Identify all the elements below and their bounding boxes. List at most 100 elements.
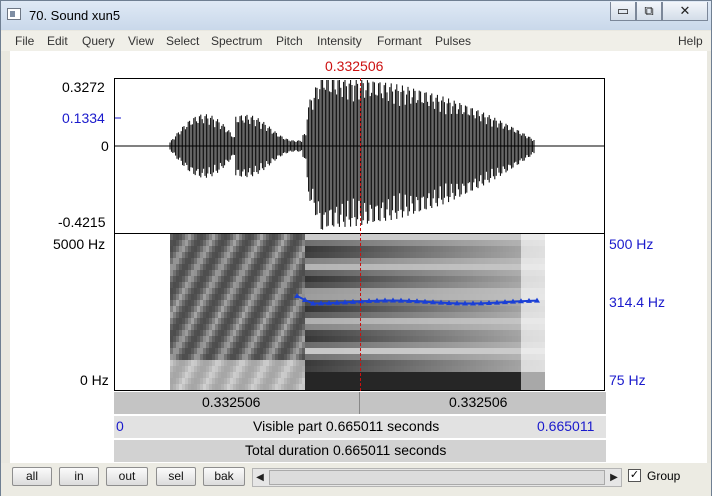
spectrogram-cell [458,360,461,366]
spectrogram-cell [272,384,275,390]
menu-help[interactable]: Help [678,34,703,48]
spectrogram-cell [533,270,536,276]
spectrogram-cell [245,378,248,384]
scroll-left-icon[interactable]: ◀ [253,470,267,485]
all-button[interactable]: all [12,467,52,486]
spectrogram-cell [485,336,488,342]
spectrogram-cell [248,336,251,342]
menu-query[interactable]: Query [82,34,115,48]
bak-button[interactable]: bak [203,467,245,486]
spectrogram-cell [461,294,464,300]
spectrogram-cell [284,276,287,282]
spectrogram-cell [230,384,233,390]
spectrogram-cell [224,240,227,246]
menu-edit[interactable]: Edit [47,34,68,48]
spectrogram-cell [188,378,191,384]
scroll-right-icon[interactable]: ▶ [607,470,621,485]
group-checkbox[interactable]: ✓ [628,469,641,482]
spectrogram-cell [188,300,191,306]
spectrogram-cell [221,306,224,312]
menu-spectrum[interactable]: Spectrum [211,34,262,48]
spectrogram-cell [263,366,266,372]
menu-formant[interactable]: Formant [377,34,422,48]
horizontal-scrollbar[interactable]: ◀ ▶ [252,468,622,487]
spectrogram-cell [539,276,542,282]
menu-file[interactable]: File [15,34,34,48]
wave-y-max-label: 0.3272 [62,79,105,95]
total-duration-bar[interactable]: Total duration 0.665011 seconds [114,440,606,462]
spectrogram-cell [314,270,317,276]
spectrogram-cell [317,240,320,246]
spectrogram-cell [200,258,203,264]
spectrogram-cell [212,360,215,366]
spectrogram-cell [188,234,191,240]
spectrogram-cell [293,354,296,360]
menu-view[interactable]: View [128,34,154,48]
spectrogram-cell [263,312,266,318]
out-button[interactable]: out [106,467,148,486]
time-selection-bar[interactable]: 0.332506 0.332506 [114,392,606,414]
spectrogram-cell [224,348,227,354]
spectrogram-cell [326,270,329,276]
close-button[interactable]: ✕ [662,2,708,21]
spectrogram-cell [485,246,488,252]
spectrogram-cell [314,282,317,288]
spectrogram-cell [335,276,338,282]
spectrogram-cell [227,372,230,378]
spectrogram-cell [239,264,242,270]
spectrogram-cell [203,354,206,360]
spectrogram-cell [530,234,533,240]
spectrogram-cell [323,372,326,378]
spectrogram-cell [215,252,218,258]
minimize-button[interactable]: ▭ [610,2,636,21]
spectrogram-cell [320,306,323,312]
spectrogram-cell [530,294,533,300]
spectrogram-cell [182,300,185,306]
spectrogram-cell [407,264,410,270]
spectrogram-cell [233,276,236,282]
spectrogram-cell [230,378,233,384]
spectrogram-cell [287,318,290,324]
spectrogram-cell [329,246,332,252]
spectrogram-cell [533,372,536,378]
spectrogram-cell [242,348,245,354]
spectrogram-cell [413,234,416,240]
spectrogram-cell [287,324,290,330]
spectrogram-cell [185,324,188,330]
spectrogram-cell [494,282,497,288]
spectrogram-cell [425,270,428,276]
spectrogram-cell [401,276,404,282]
spectrogram-cell [344,252,347,258]
scroll-thumb[interactable] [269,470,605,485]
menu-select[interactable]: Select [166,34,199,48]
spectrogram-cell [245,276,248,282]
menu-pulses[interactable]: Pulses [435,34,471,48]
spectrogram-cell [446,252,449,258]
spectrogram-cell [365,360,368,366]
spectrogram-cell [536,342,539,348]
spectrogram-cell [377,336,380,342]
spectrogram-cell [374,360,377,366]
sel-button[interactable]: sel [156,467,196,486]
spectrogram-cell [500,330,503,336]
spectrogram-cell [524,240,527,246]
spectrogram-cell [305,246,308,252]
spectrogram-cell [347,240,350,246]
spectrogram-cell [404,306,407,312]
spectrogram-cell [428,258,431,264]
spectrogram-cell [185,372,188,378]
menu-intensity[interactable]: Intensity [317,34,362,48]
spectrogram-cell [269,306,272,312]
menu-pitch[interactable]: Pitch [276,34,303,48]
spectrogram-cell [227,288,230,294]
spectrogram-cell [428,384,431,390]
spectrogram-cell [272,318,275,324]
spectrogram-cell [404,354,407,360]
visible-part-bar[interactable]: 0 Visible part 0.665011 seconds 0.665011 [114,416,606,438]
spectrogram-cell [467,324,470,330]
in-button[interactable]: in [59,467,99,486]
spectrogram-cell [368,312,371,318]
spectrogram-cell [530,366,533,372]
spectrogram-cell [425,384,428,390]
restore-button[interactable]: ⧉ [636,2,662,21]
